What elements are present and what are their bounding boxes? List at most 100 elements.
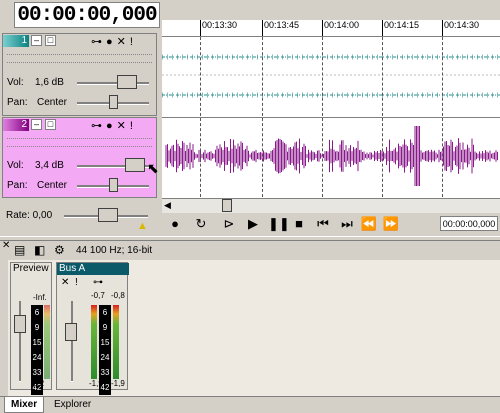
arm-icon: !: [129, 36, 137, 48]
play-from-start-icon[interactable]: ⊳: [220, 216, 238, 232]
mixer-panel: Preview -Inf. 6 9 15 24 33 42 0,2 Bus A ✕ ! ⊶…: [8, 260, 500, 396]
pan-label: Pan:: [7, 97, 28, 108]
volume-slider-thumb[interactable]: [117, 75, 137, 89]
mouse-cursor-icon: ⬉: [147, 160, 159, 176]
timeline-ruler[interactable]: 00:13:30 00:13:45 00:14:00 00:14:15 00:1…: [162, 20, 500, 37]
bus-peak-left: -0,7: [91, 291, 105, 300]
volume-slider-thumb[interactable]: [125, 158, 145, 172]
vol-value: 1,6 dB: [35, 77, 64, 88]
plug-icon: ⊶: [91, 36, 106, 48]
preview-bottom-value: 0,2: [33, 379, 45, 388]
plug-icon[interactable]: ⊶: [93, 277, 103, 288]
vol-label: Vol:: [7, 77, 24, 88]
track-fx-icons[interactable]: ⊶●✕!: [91, 35, 137, 48]
bus-fader[interactable]: [71, 301, 73, 382]
track-header-1[interactable]: 1 – □ ⊶●✕! Vol: 1,6 dB Pan: Center: [2, 33, 157, 116]
end-time-display: 00:00:00,000: [440, 216, 498, 231]
plug-icon: ⊶: [91, 120, 106, 132]
scroll-left-icon[interactable]: ◀: [164, 200, 171, 211]
preview-fader-thumb[interactable]: [14, 315, 26, 333]
divider: [7, 62, 152, 65]
preview-peak: -Inf.: [33, 293, 47, 302]
minimize-button[interactable]: –: [31, 119, 42, 130]
bus-meter-left: [91, 305, 97, 379]
rate-control: Rate: 0,00 ▲: [2, 202, 162, 232]
bus-bottom-right: -1,9: [111, 379, 125, 388]
grid-marker: [322, 37, 323, 197]
bus-meter-right: [113, 305, 119, 379]
go-to-end-icon[interactable]: ⏭: [338, 216, 356, 232]
divider: [7, 54, 152, 57]
bus-peak-right: -0,8: [111, 291, 125, 300]
ruler-tick: 00:14:00: [324, 20, 360, 30]
mute-icon: ●: [106, 120, 117, 132]
transport-bar: ● ↻ ⊳ ▶ ❚❚ ■ ⏮ ⏭ ⏪ ⏩ 00:00:00,000: [162, 213, 500, 235]
tab-bar: Mixer Explorer: [0, 396, 500, 413]
bus-fader-thumb[interactable]: [65, 323, 77, 341]
solo-icon: ✕: [116, 36, 130, 48]
warning-icon: ▲: [137, 220, 148, 232]
pan-slider-thumb[interactable]: [109, 178, 118, 192]
tab-explorer[interactable]: Explorer: [48, 397, 97, 412]
mixer-toolbar: ✕ ▤ ◧ ⚙ 44 100 Hz; 16-bit: [0, 240, 500, 260]
track-number: 1: [3, 35, 29, 47]
volume-slider[interactable]: [77, 82, 149, 85]
properties-icon[interactable]: ▤: [14, 243, 25, 257]
record-icon[interactable]: ●: [166, 216, 184, 232]
track-fx-icons[interactable]: ⊶●✕!: [91, 119, 137, 132]
speaker-icon[interactable]: ◧: [34, 243, 45, 257]
waveform: [162, 54, 500, 98]
pause-icon[interactable]: ❚❚: [268, 216, 290, 232]
preview-strip: Preview -Inf. 6 9 15 24 33 42 0,2: [10, 262, 52, 395]
pan-value: Center: [37, 97, 68, 108]
fast-forward-icon[interactable]: ⏩: [382, 216, 400, 232]
ruler-tick: 00:13:45: [264, 20, 300, 30]
solo-icon[interactable]: !: [75, 277, 78, 288]
maximize-button[interactable]: □: [45, 119, 56, 130]
track-number: 2: [3, 119, 29, 131]
tab-mixer[interactable]: Mixer: [4, 397, 45, 413]
stop-icon[interactable]: ■: [290, 216, 308, 232]
track-lane-2[interactable]: [162, 117, 500, 198]
go-to-start-icon[interactable]: ⏮: [314, 216, 332, 232]
bus-a-title: Bus A: [57, 263, 129, 275]
waveform: [165, 126, 498, 186]
grid-marker: [382, 37, 383, 197]
mute-icon: ●: [106, 36, 117, 48]
divider: [7, 146, 152, 149]
grid-marker: [200, 37, 201, 197]
ruler-tick: 00:13:30: [202, 20, 238, 30]
track-lane-1[interactable]: [162, 37, 500, 117]
ruler-tick: 00:14:30: [444, 20, 480, 30]
ruler-tick: 00:14:15: [384, 20, 420, 30]
bus-a-strip: Bus A ✕ ! ⊶ -0,7 -0,8 6 9 15 24 33 42 -1,9 -1…: [56, 262, 129, 395]
rate-slider-thumb[interactable]: [98, 208, 118, 222]
track-header-2[interactable]: 2 – □ ⊶●✕! Vol: 3,4 dB ⬉ Pan: Center: [2, 117, 159, 198]
play-icon[interactable]: ▶: [244, 216, 262, 232]
vol-value: 3,4 dB: [35, 160, 64, 171]
preview-meter: [44, 305, 50, 379]
grid-marker: [442, 37, 443, 197]
minimize-button[interactable]: –: [31, 35, 42, 46]
rewind-icon[interactable]: ⏪: [360, 216, 378, 232]
loop-icon[interactable]: ↻: [192, 216, 210, 232]
maximize-button[interactable]: □: [45, 35, 56, 46]
scrollbar-thumb[interactable]: [222, 199, 232, 212]
close-icon[interactable]: ✕: [2, 240, 10, 251]
device-icon[interactable]: ⚙: [54, 243, 65, 257]
pan-slider-thumb[interactable]: [109, 95, 118, 109]
time-display: 00:00:00,000: [14, 2, 160, 28]
solo-icon: ✕: [116, 120, 130, 132]
horizontal-scrollbar[interactable]: ◀: [162, 198, 500, 213]
grid-marker: [262, 37, 263, 197]
audio-format: 44 100 Hz; 16-bit: [76, 245, 153, 256]
preview-title: Preview: [13, 263, 49, 274]
pan-label: Pan:: [7, 180, 28, 191]
arm-icon: !: [129, 120, 137, 132]
pan-value: Center: [37, 180, 68, 191]
mute-icon[interactable]: ✕: [61, 277, 69, 288]
vol-label: Vol:: [7, 160, 24, 171]
bus-bottom-left: -1,9: [89, 379, 103, 388]
preview-fader[interactable]: [19, 301, 21, 382]
rate-label: Rate: 0,00: [6, 210, 53, 221]
